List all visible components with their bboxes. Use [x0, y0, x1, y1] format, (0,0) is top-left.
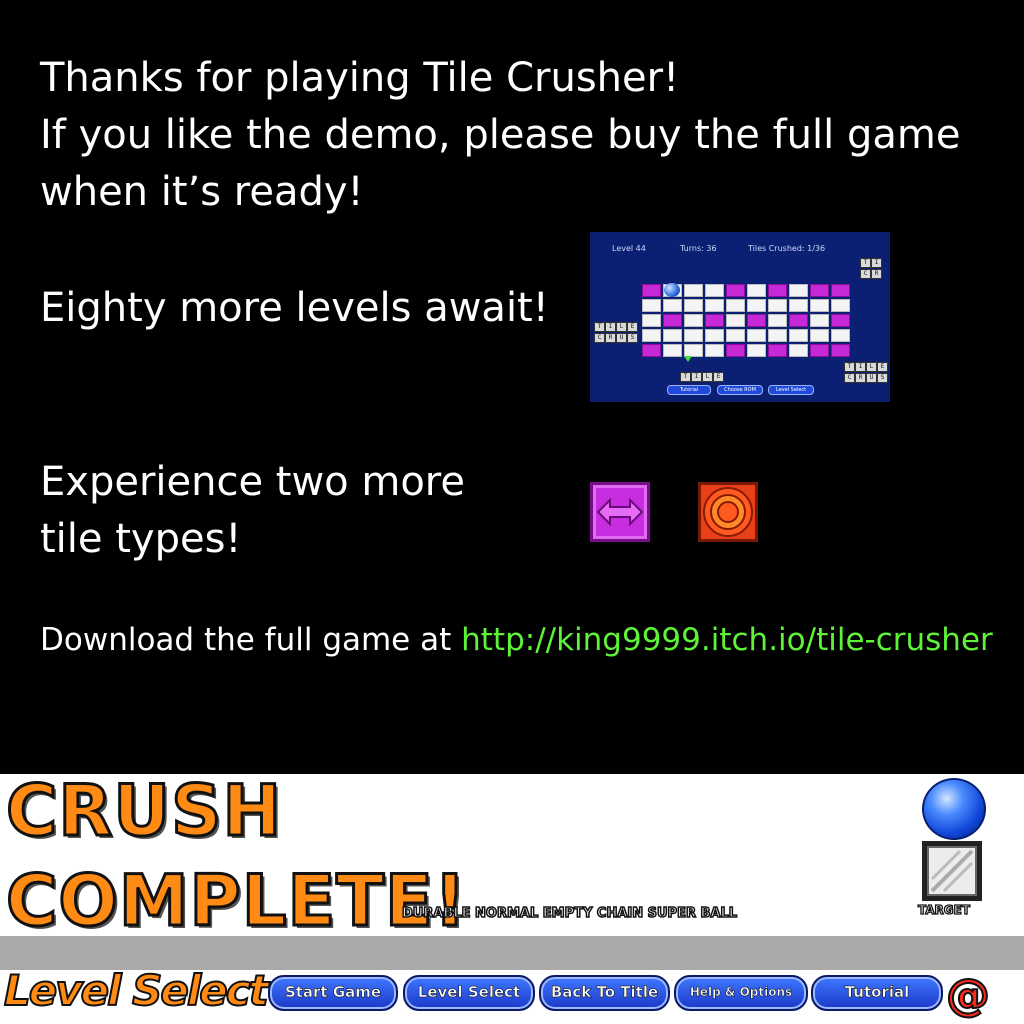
preview-tile: [768, 284, 787, 297]
preview-tile: [789, 314, 808, 327]
chain-tile-icon: [590, 482, 650, 542]
preview-tile: [789, 284, 808, 297]
preview-tile: [747, 299, 766, 312]
preview-tile: [705, 284, 724, 297]
download-link[interactable]: http://king9999.itch.io/tile-crusher: [461, 622, 993, 658]
preview-tile: [663, 329, 682, 342]
preview-tile: [810, 299, 829, 312]
preview-ball-icon: [664, 283, 680, 297]
preview-tile: [684, 314, 703, 327]
preview-tile: [747, 314, 766, 327]
preview-tile: [705, 344, 724, 357]
preview-tile: [810, 329, 829, 342]
preview-tile: [768, 344, 787, 357]
target-tile-icon: [698, 482, 758, 542]
preview-arrow-icon: [684, 356, 692, 362]
preview-tile: [768, 299, 787, 312]
preview-tile: [684, 299, 703, 312]
preview-tile: [810, 344, 829, 357]
preview-tile: [831, 329, 850, 342]
preview-tile: [663, 299, 682, 312]
level-select-button[interactable]: Level Select: [403, 975, 535, 1011]
preview-tile: [642, 299, 661, 312]
tile-types-message: Experience two more tile types!: [40, 454, 465, 568]
preview-tile: [726, 284, 745, 297]
preview-tile: [642, 284, 661, 297]
thanks-line-1: Thanks for playing Tile Crusher!: [40, 55, 680, 101]
preview-tile: [705, 329, 724, 342]
preview-tile: [726, 314, 745, 327]
preview-tile: [789, 344, 808, 357]
preview-tile: [726, 299, 745, 312]
levels-message: Eighty more levels await!: [40, 285, 549, 331]
preview-tile: [747, 329, 766, 342]
preview-tile: [747, 284, 766, 297]
tile-types-line-1: Experience two more: [40, 459, 465, 505]
preview-tile: [663, 314, 682, 327]
ball-icon: [922, 778, 986, 840]
thanks-message: Thanks for playing Tile Crusher! If you …: [40, 50, 960, 221]
preview-level-select-button: Level Select: [768, 385, 814, 395]
preview-tile: [831, 314, 850, 327]
preview-tile: [642, 344, 661, 357]
target-label: TARGET: [917, 902, 971, 917]
preview-tile: [768, 314, 787, 327]
preview-level-label: Level 44: [612, 244, 646, 253]
thanks-line-3: when it’s ready!: [40, 169, 364, 215]
preview-choose-rom-button: Choose ROM: [717, 385, 763, 395]
crush-label: CRUSH: [4, 769, 283, 854]
download-message: Download the full game at http://king999…: [40, 622, 993, 658]
preview-tile: [831, 284, 850, 297]
preview-tile: [705, 314, 724, 327]
thanks-line-2: If you like the demo, please buy the ful…: [40, 112, 961, 158]
target-tile-preview-icon: [922, 841, 982, 901]
preview-tile: [747, 344, 766, 357]
preview-tile: [789, 329, 808, 342]
preview-tile: [642, 329, 661, 342]
preview-tile: [726, 344, 745, 357]
preview-tiles-crushed-label: Tiles Crushed: 1/36: [748, 244, 826, 253]
preview-tile: [684, 329, 703, 342]
preview-tile: [789, 299, 808, 312]
tile-legend: DURABLE NORMAL EMPTY CHAIN SUPER BALL: [401, 905, 738, 922]
tutorial-button[interactable]: Tutorial: [811, 975, 943, 1011]
preview-tutorial-button: Tutorial: [667, 385, 711, 395]
level-preview: Level 44 Turns: 36 Tiles Crushed: 1/36 T…: [590, 232, 890, 402]
preview-tile: [768, 329, 787, 342]
tile-types-line-2: tile types!: [40, 516, 242, 562]
back-to-title-button[interactable]: Back To Title: [539, 975, 670, 1011]
preview-tile: [684, 284, 703, 297]
preview-tile: [810, 284, 829, 297]
preview-tile: [663, 344, 682, 357]
at-icon[interactable]: @: [945, 969, 991, 1022]
download-prefix: Download the full game at: [40, 622, 452, 658]
preview-tile: [831, 299, 850, 312]
start-game-button[interactable]: Start Game: [268, 975, 398, 1011]
complete-label: COMPLETE!: [5, 859, 468, 944]
preview-tile: [831, 344, 850, 357]
preview-tile: [705, 299, 724, 312]
level-select-title: Level Select: [3, 965, 270, 1016]
help-options-button[interactable]: Help & Options: [674, 975, 808, 1011]
preview-turns-label: Turns: 36: [680, 244, 717, 253]
preview-tile: [642, 314, 661, 327]
preview-tile: [810, 314, 829, 327]
preview-tile: [726, 329, 745, 342]
